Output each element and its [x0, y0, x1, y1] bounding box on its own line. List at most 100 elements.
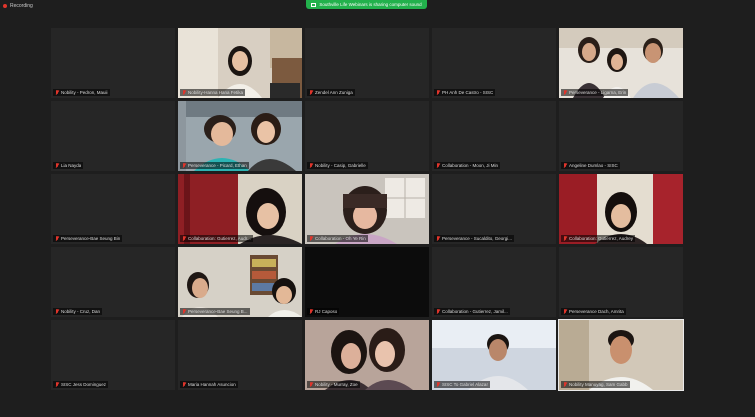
participant-tile[interactable]: Perseverance - Sucaldito, Georgi...: [432, 174, 556, 244]
muted-mic-icon: [182, 90, 186, 95]
participant-video: [305, 320, 429, 390]
participant-nameplate: Nobility-Hanna Hana Fetika: [180, 89, 246, 96]
muted-mic-icon: [309, 382, 313, 387]
muted-mic-icon: [436, 236, 440, 241]
muted-mic-icon: [309, 90, 313, 95]
recording-label: Recording: [10, 3, 33, 9]
participant-nameplate: Perseverance - Sucaldito, Georgi...: [434, 235, 515, 242]
participant-name: RJ Caposo: [315, 309, 338, 314]
participant-name: Perseverance - Picard, Ethan: [188, 163, 247, 168]
muted-mic-icon: [309, 236, 313, 241]
participant-nameplate: Nobility Manuyag, Sam Gabb: [561, 381, 630, 388]
participant-tile[interactable]: Nobility - Pedron, Mauii: [51, 28, 175, 98]
muted-mic-icon: [182, 382, 186, 387]
participant-tile[interactable]: Collaboration - Moon, Ji Min: [432, 101, 556, 171]
participant-video-tile[interactable]: Nobility-Hanna Hana Fetika: [178, 28, 302, 98]
participant-tile[interactable]: PH Anh De Castro - SISC: [432, 28, 556, 98]
participant-video: [178, 247, 302, 317]
muted-mic-icon: [182, 236, 186, 241]
participant-nameplate: Perseverance Dach, Amrita: [561, 308, 626, 315]
screen-share-banner[interactable]: Southville Life Webinars is sharing comp…: [306, 0, 427, 9]
participant-name: Perseverance-Bae Seung B...: [188, 309, 248, 314]
participant-name: Collaboration - Oh Ye Rin: [315, 236, 366, 241]
muted-mic-icon: [563, 309, 567, 314]
participant-tile[interactable]: Angeline Dumlao - SISC: [559, 101, 683, 171]
muted-mic-icon: [182, 163, 186, 168]
participant-video-tile[interactable]: SISC To Gabriel Alazar: [432, 320, 556, 390]
participant-tile[interactable]: Zendel Ann Zuniga: [305, 28, 429, 98]
participant-tile[interactable]: Lia Nayda: [51, 101, 175, 171]
participant-nameplate: Perseverance - Picard, Ethan: [180, 162, 249, 169]
participant-video-tile[interactable]: Perseverance - Ligarna, Erin: [559, 28, 683, 98]
participant-nameplate: SISC Jess Dominguez: [53, 381, 109, 388]
participant-name: Nobility Manuyag, Sam Gabb: [569, 382, 628, 387]
participant-name: Perseverance-Bae Seung Bin: [61, 236, 121, 241]
participant-nameplate: Nobility - Pedron, Mauii: [53, 89, 110, 96]
participant-name: SISC Jess Dominguez: [61, 382, 107, 387]
muted-mic-icon: [563, 382, 567, 387]
participant-video-tile-active-speaker[interactable]: Nobility Manuyag, Sam Gabb: [558, 319, 684, 391]
participant-video: [559, 174, 683, 244]
participant-name: Nobility - Pedron, Mauii: [61, 90, 108, 95]
participant-nameplate: RJ Caposo: [307, 308, 340, 315]
participant-video: [178, 174, 302, 244]
participant-nameplate: Collaboration - Gutierrez, Jamil...: [434, 308, 510, 315]
participant-name: Perseverance - Ligarna, Erin: [569, 90, 627, 95]
share-banner-text: Southville Life Webinars is sharing comp…: [319, 2, 422, 7]
participant-video-tile[interactable]: Collaboration - Oh Ye Rin: [305, 174, 429, 244]
participant-nameplate: Nobility - Cruz, Dan: [53, 308, 103, 315]
participant-tile[interactable]: Nobility - Cruz, Dan: [51, 247, 175, 317]
participant-tile[interactable]: Collaboration - Gutierrez, Jamil...: [432, 247, 556, 317]
muted-mic-icon: [436, 382, 440, 387]
participant-tile[interactable]: RJ Caposo: [305, 247, 429, 317]
participant-tile[interactable]: Perseverance-Bae Seung Bin: [51, 174, 175, 244]
participant-tile[interactable]: SISC Jess Dominguez: [51, 320, 175, 390]
muted-mic-icon: [309, 309, 313, 314]
zoom-meeting-window: Recording Southville Life Webinars is sh…: [0, 0, 755, 417]
participant-nameplate: PH Anh De Castro - SISC: [434, 89, 496, 96]
muted-mic-icon: [563, 236, 567, 241]
muted-mic-icon: [55, 90, 59, 95]
muted-mic-icon: [563, 90, 567, 95]
recording-indicator[interactable]: Recording: [3, 3, 33, 9]
participant-name: Collaboration: Gutierrez, Audrey: [569, 236, 634, 241]
muted-mic-icon: [309, 163, 313, 168]
participant-name: Nobility-Hanna Hana Fetika: [188, 90, 244, 95]
participant-name: PH Anh De Castro - SISC: [442, 90, 494, 95]
participant-video: [305, 174, 429, 244]
participant-video: [178, 101, 302, 171]
muted-mic-icon: [436, 309, 440, 314]
participant-nameplate: Zendel Ann Zuniga: [307, 89, 355, 96]
participant-nameplate: SISC To Gabriel Alazar: [434, 381, 490, 388]
muted-mic-icon: [55, 236, 59, 241]
muted-mic-icon: [563, 163, 567, 168]
participant-video: [559, 28, 683, 98]
participant-nameplate: Collaboration - Oh Ye Rin: [307, 235, 368, 242]
participant-nameplate: Maria Hannah Asuncion: [180, 381, 238, 388]
participant-tile[interactable]: Maria Hannah Asuncion: [178, 320, 302, 390]
participant-video-tile[interactable]: Perseverance - Picard, Ethan: [178, 101, 302, 171]
participant-name: Perseverance - Sucaldito, Georgi...: [442, 236, 513, 241]
participant-name: Perseverance Dach, Amrita: [569, 309, 624, 314]
participant-nameplate: Lia Nayda: [53, 162, 84, 169]
participant-video-tile[interactable]: Nobility - Murray, Zoe: [305, 320, 429, 390]
participant-video-tile[interactable]: Collaboration: Gutierrez, Audr...: [178, 174, 302, 244]
participant-nameplate: Nobility - Murray, Zoe: [307, 381, 360, 388]
participant-tile[interactable]: Perseverance Dach, Amrita: [559, 247, 683, 317]
participant-video-tile[interactable]: Collaboration: Gutierrez, Audrey: [559, 174, 683, 244]
gallery-grid: Nobility - Pedron, Mauii Nobility-Hanna …: [51, 28, 685, 391]
participant-name: Collaboration: Gutierrez, Audr...: [188, 236, 251, 241]
share-screen-icon: [311, 2, 317, 7]
muted-mic-icon: [55, 163, 59, 168]
participant-video: [178, 28, 302, 98]
participant-nameplate: Perseverance-Bae Seung Bin: [53, 235, 123, 242]
participant-nameplate: Angeline Dumlao - SISC: [561, 162, 620, 169]
participant-name: Lia Nayda: [61, 163, 82, 168]
participant-tile[interactable]: Nobility - Casip, Gabrielle: [305, 101, 429, 171]
muted-mic-icon: [182, 309, 186, 314]
participant-nameplate: Perseverance - Ligarna, Erin: [561, 89, 629, 96]
participant-name: Collaboration - Moon, Ji Min: [442, 163, 499, 168]
participant-name: Nobility - Cruz, Dan: [61, 309, 101, 314]
participant-video-tile[interactable]: Perseverance-Bae Seung B...: [178, 247, 302, 317]
muted-mic-icon: [436, 90, 440, 95]
